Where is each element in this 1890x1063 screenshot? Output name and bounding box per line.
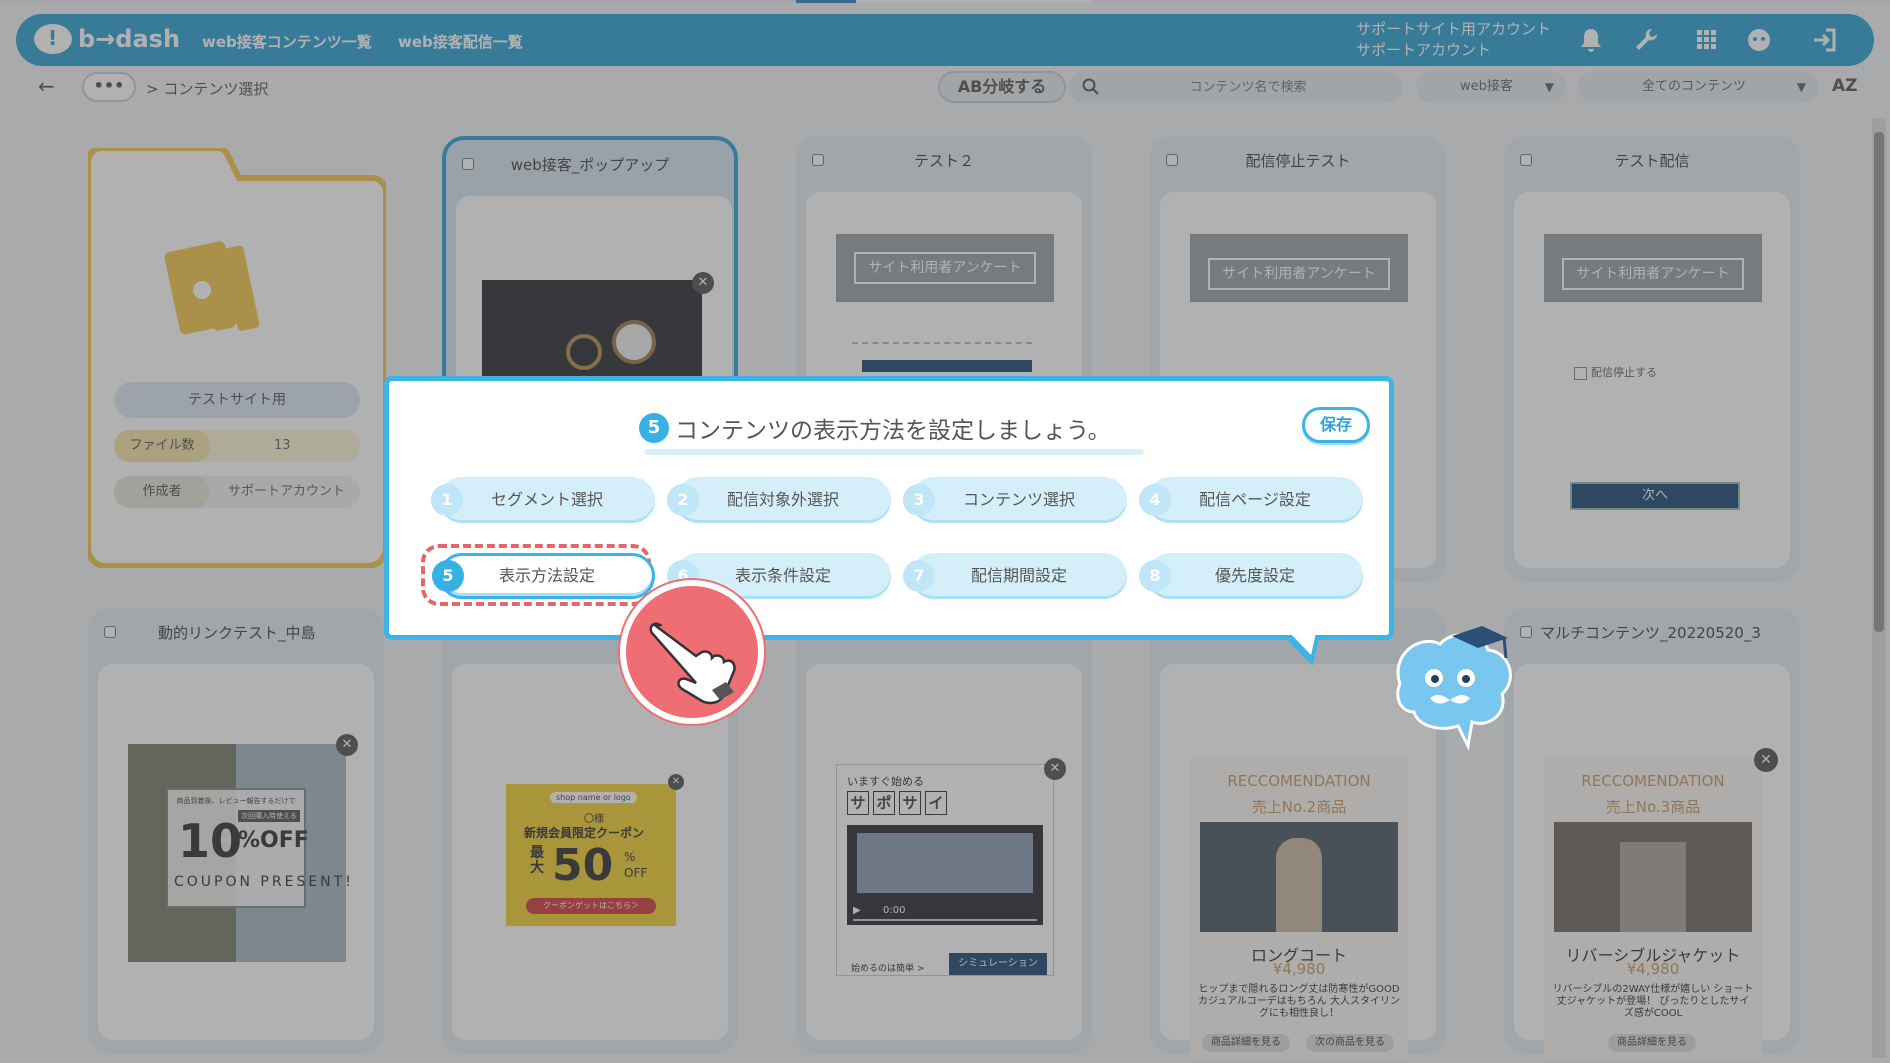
dialog-step-badge: 5 — [639, 413, 669, 443]
step-segment-select[interactable]: 1 セグメント選択 — [431, 477, 655, 523]
step-exclusion-select[interactable]: 2 配信対象外選択 — [667, 477, 891, 523]
step-delivery-period[interactable]: 7 配信期間設定 — [903, 553, 1127, 599]
step-priority[interactable]: 8 優先度設定 — [1139, 553, 1363, 599]
pointing-hand-icon — [620, 580, 764, 724]
step-display-method[interactable]: 5 表示方法設定 — [432, 553, 655, 599]
step-page-setting[interactable]: 4 配信ページ設定 — [1139, 477, 1363, 523]
tutorial-dialog: 5 コンテンツの表示方法を設定しましょう。 保存 1 セグメント選択 2 配信対象外… — [384, 376, 1394, 666]
dialog-title: 5 コンテンツの表示方法を設定しましょう。 — [639, 411, 1111, 445]
step-content-select[interactable]: 3 コンテンツ選択 — [903, 477, 1127, 523]
dialog-title-text: コンテンツの表示方法を設定しましょう。 — [675, 418, 1111, 444]
brain-mascot-icon — [1380, 614, 1520, 754]
title-underline — [644, 449, 1144, 455]
save-button[interactable]: 保存 — [1302, 407, 1370, 443]
